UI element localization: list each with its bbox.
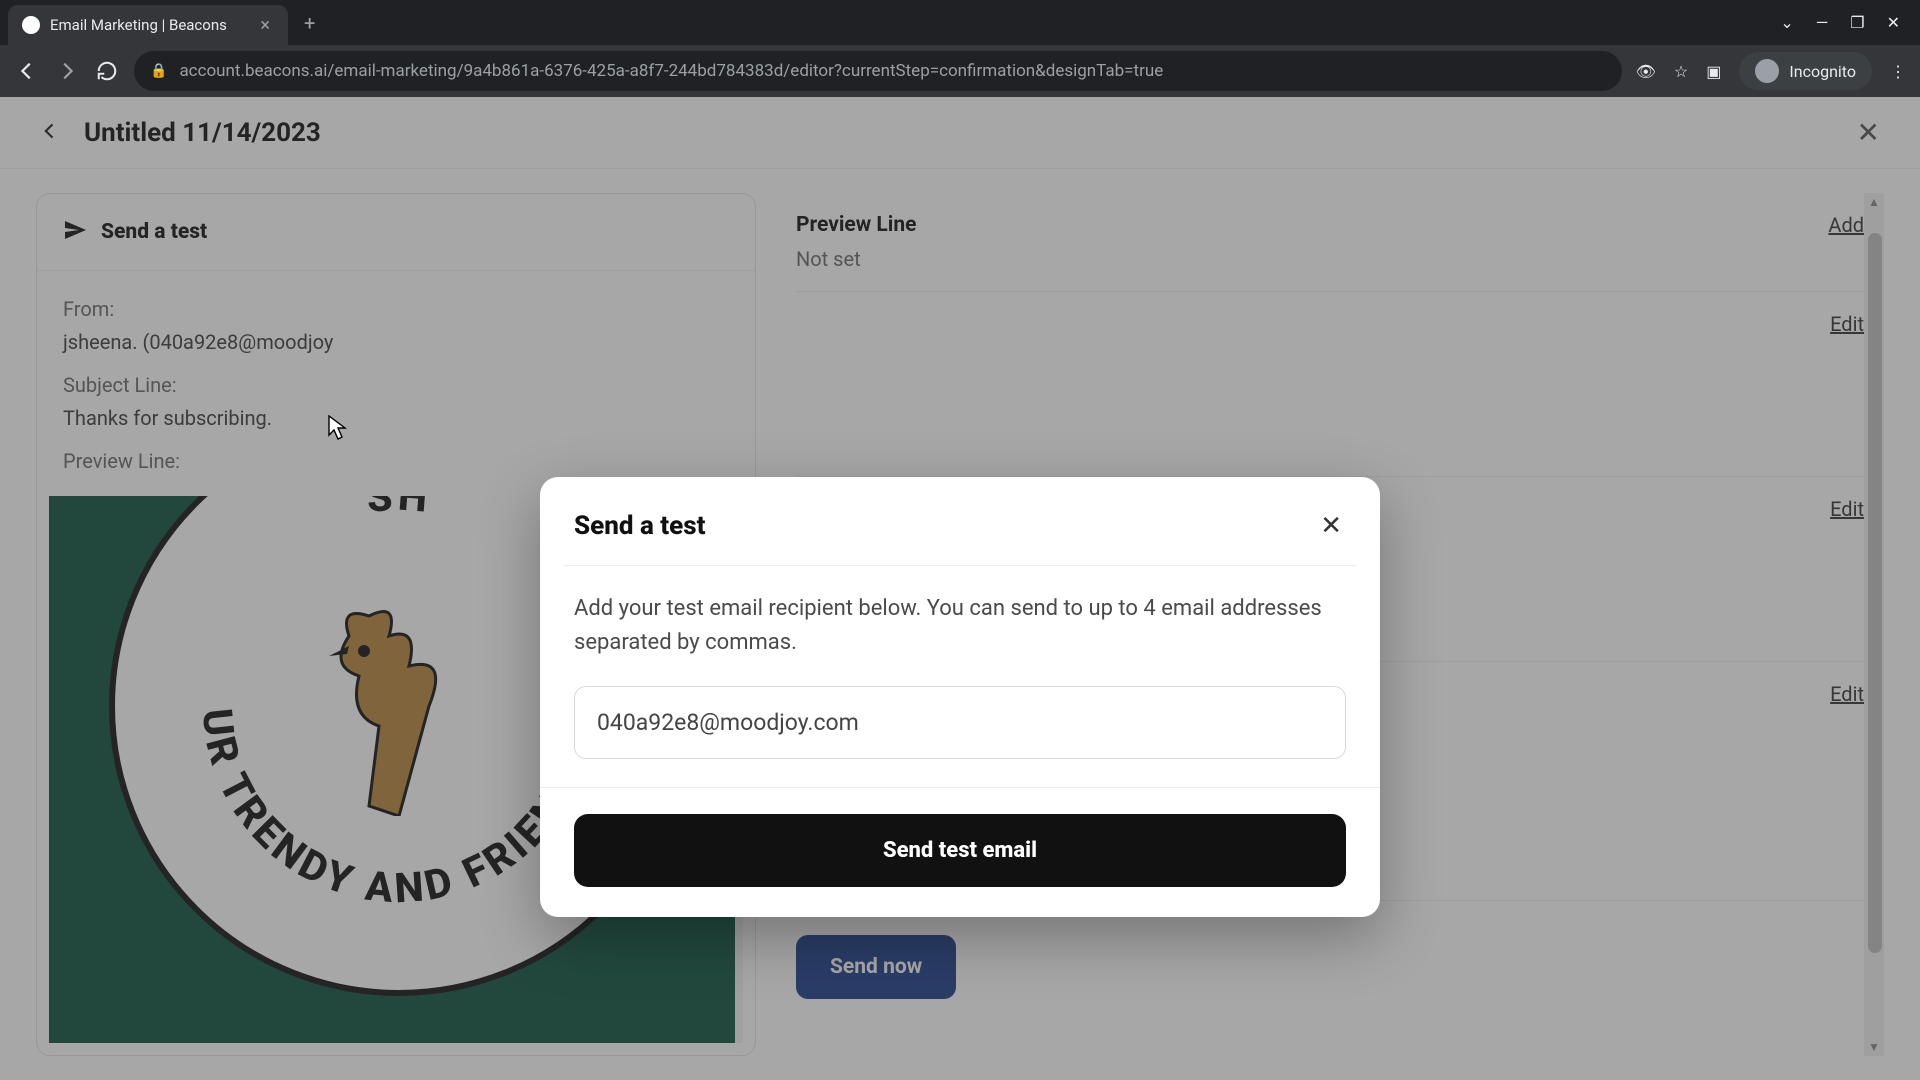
tab-close-icon[interactable]: × [256, 15, 274, 36]
browser-tab[interactable]: Email Marketing | Beacons × [8, 5, 288, 45]
window-controls: ⌄ ― ❐ ✕ [1780, 13, 1912, 32]
incognito-icon [1755, 59, 1779, 83]
modal-description: Add your test email recipient below. You… [574, 592, 1346, 660]
tab-title: Email Marketing | Beacons [50, 16, 246, 34]
send-test-email-button[interactable]: Send test email [574, 814, 1346, 887]
new-tab-button[interactable]: + [296, 3, 323, 43]
lock-icon: 🔒 [150, 63, 167, 79]
modal-close-button[interactable]: ✕ [1316, 507, 1346, 545]
window-close-icon[interactable]: ✕ [1887, 13, 1900, 32]
incognito-label: Incognito [1789, 62, 1856, 81]
extensions-icon[interactable]: ▣ [1706, 62, 1721, 81]
chevron-down-icon[interactable]: ⌄ [1780, 13, 1793, 32]
minimize-icon[interactable]: ― [1816, 13, 1829, 32]
app: Untitled 11/14/2023 ✕ Send a test From: … [0, 97, 1920, 1080]
browser-chrome: Email Marketing | Beacons × + ⌄ ― ❐ ✕ 🔒 … [0, 0, 1920, 97]
mouse-cursor-icon [328, 415, 348, 445]
incognito-badge[interactable]: Incognito [1739, 52, 1872, 90]
reload-button[interactable] [94, 58, 120, 84]
tab-bar: Email Marketing | Beacons × + ⌄ ― ❐ ✕ [0, 0, 1920, 45]
maximize-icon[interactable]: ❐ [1850, 13, 1864, 32]
send-test-modal: Send a test ✕ Add your test email recipi… [540, 477, 1380, 917]
modal-title: Send a test [574, 511, 706, 541]
tab-favicon [22, 16, 40, 34]
bookmark-star-icon[interactable]: ☆ [1674, 62, 1688, 81]
eye-off-icon[interactable]: 👁 [1636, 62, 1656, 81]
address-bar: 🔒 account.beacons.ai/email-marketing/9a4… [0, 45, 1920, 97]
url-box[interactable]: 🔒 account.beacons.ai/email-marketing/9a4… [134, 51, 1622, 91]
nav-back-button[interactable] [14, 58, 40, 84]
divider [540, 787, 1380, 788]
nav-forward-button[interactable] [54, 58, 80, 84]
test-email-input[interactable] [574, 686, 1346, 759]
url-text: account.beacons.ai/email-marketing/9a4b8… [179, 61, 1605, 81]
kebab-menu-icon[interactable]: ⋮ [1890, 62, 1906, 81]
